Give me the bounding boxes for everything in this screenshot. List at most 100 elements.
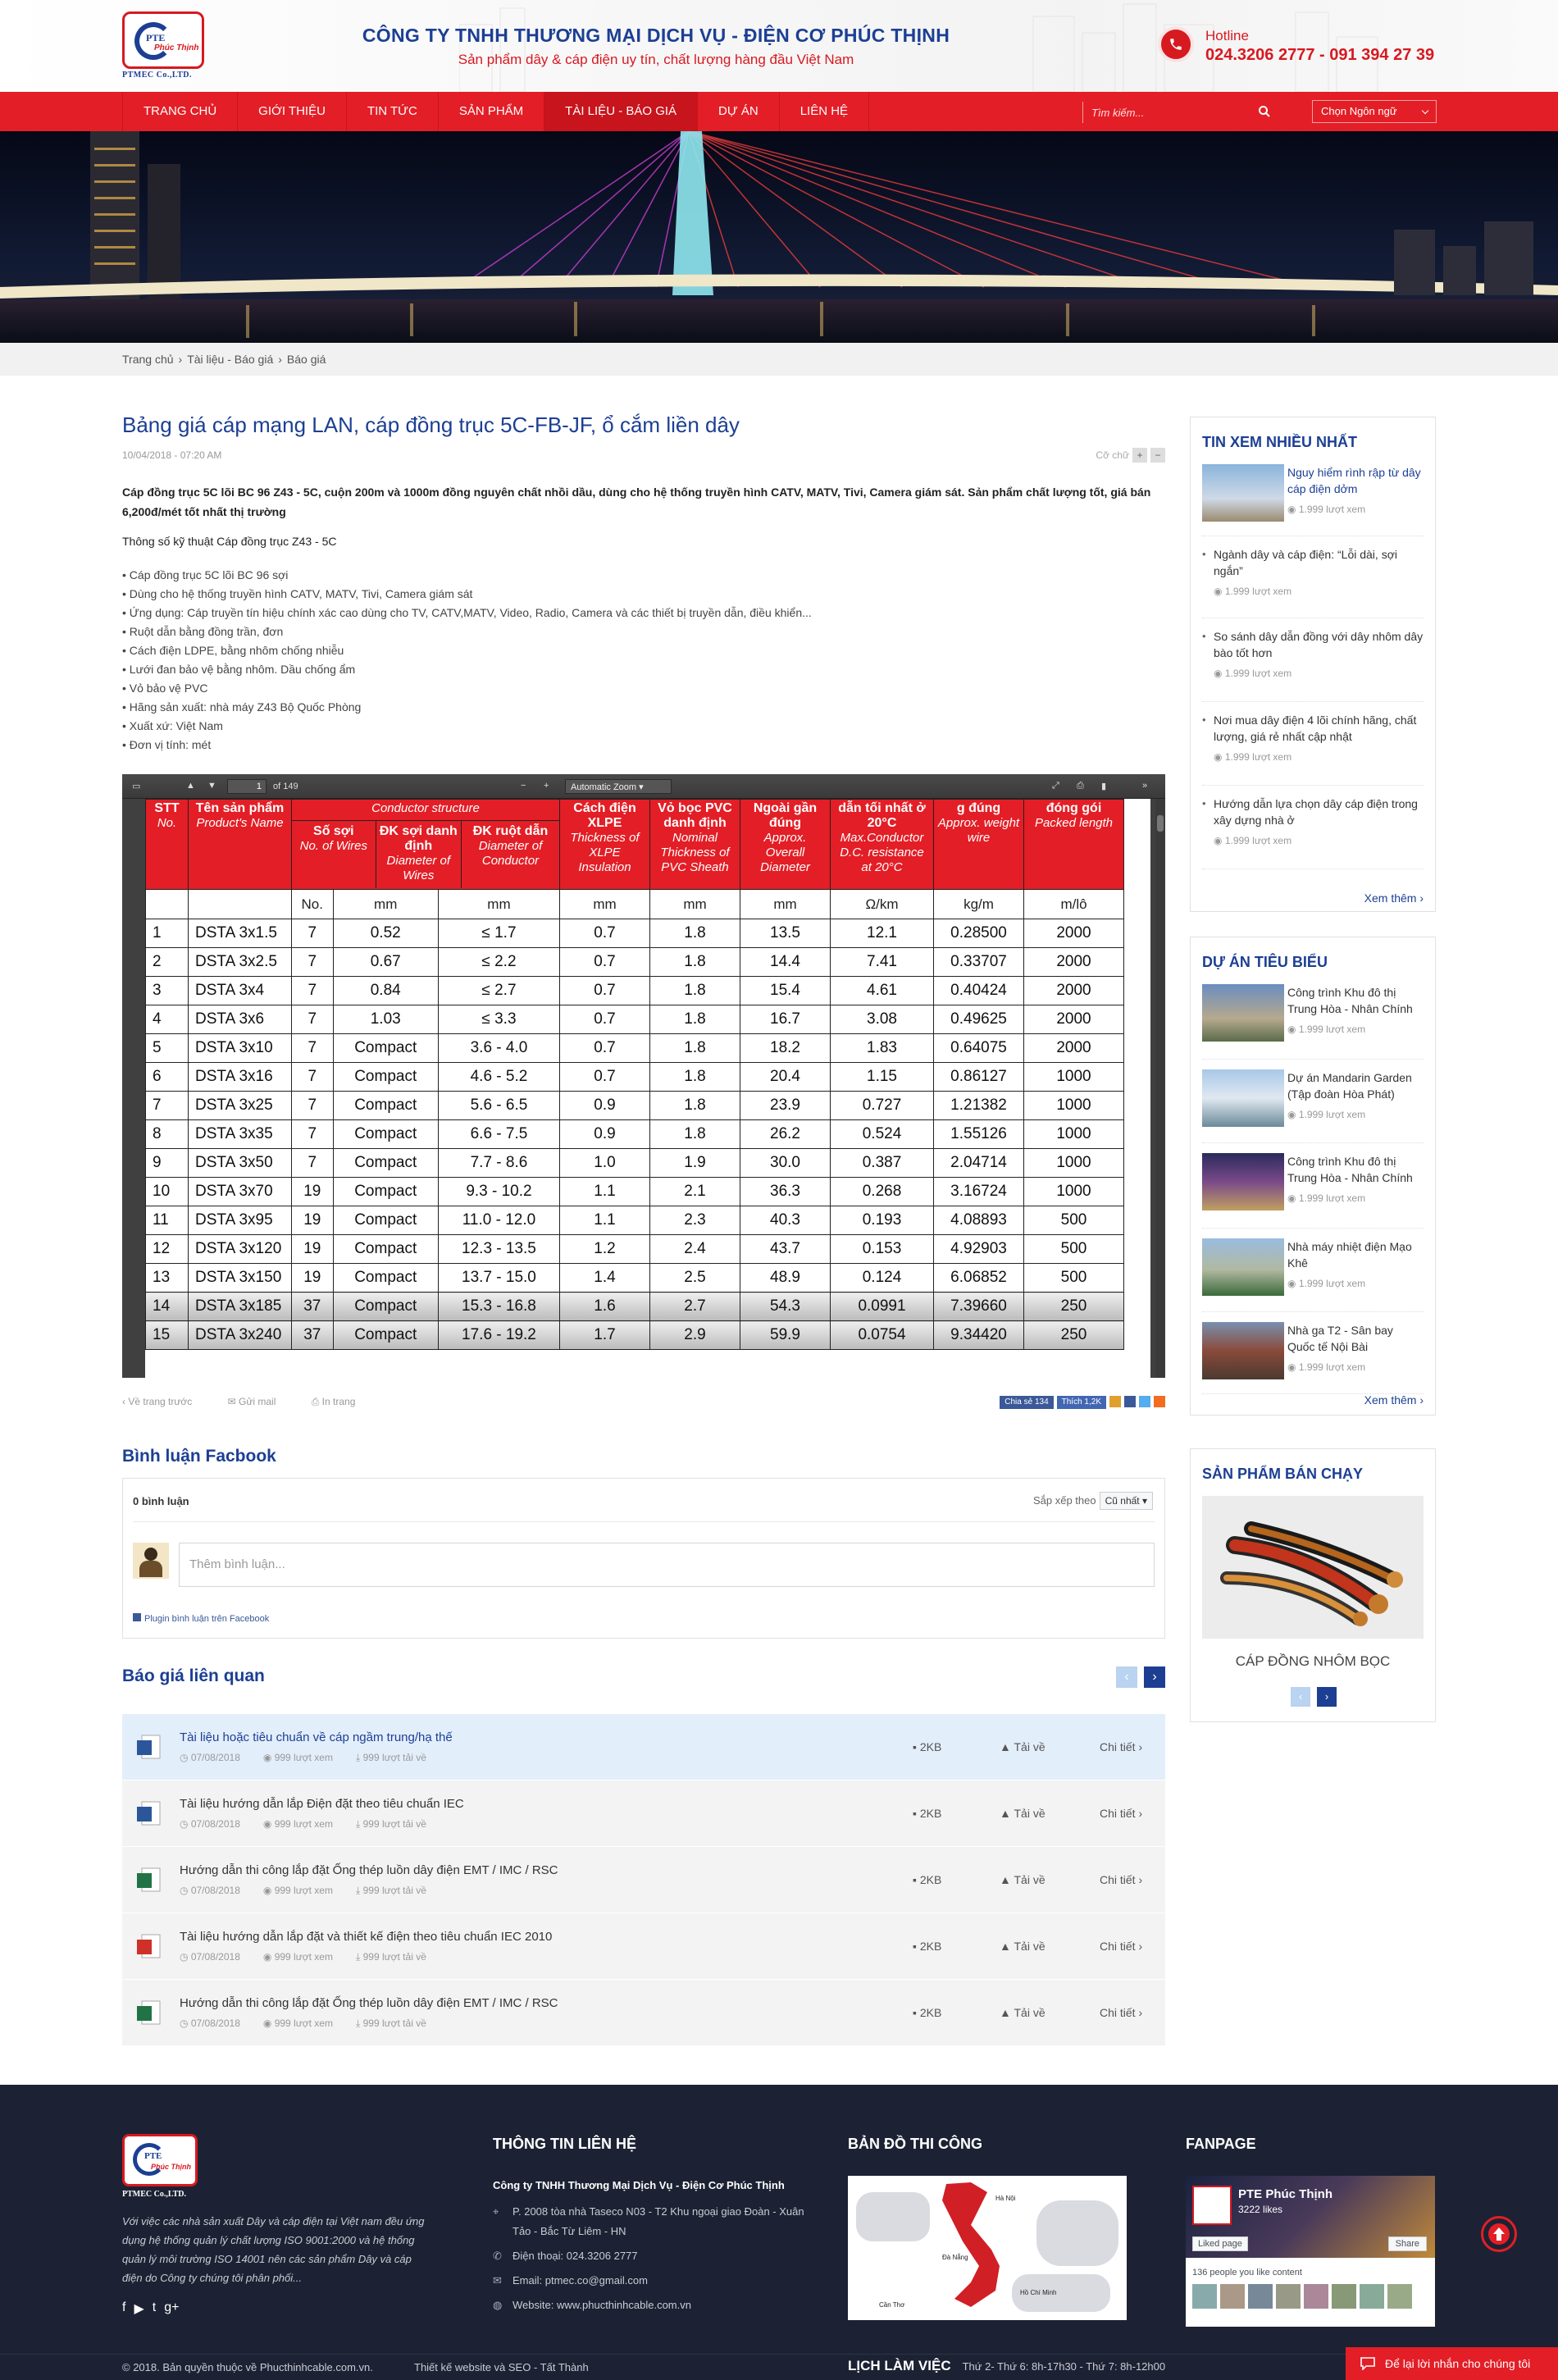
prev-arrow-icon[interactable]: ‹ [1116, 1666, 1137, 1688]
sidebar-item-title[interactable]: Nơi mua dây điện 4 lõi chính hãng, chất … [1214, 712, 1424, 745]
detail-link[interactable]: Chi tiết › [1100, 2006, 1142, 2019]
detail-link[interactable]: Chi tiết › [1100, 1940, 1142, 1953]
footer-email[interactable]: ✉ Email: ptmec.co@gmail.com [493, 2271, 813, 2291]
tools-menu-icon[interactable]: » [1142, 781, 1147, 791]
detail-link[interactable]: Chi tiết › [1100, 1740, 1142, 1753]
download-link[interactable]: ▲ Tải về [1000, 1940, 1046, 1953]
footer-logo[interactable]: PTE Phúc Thịnh [122, 2134, 198, 2186]
sidebar-item-title[interactable]: Dự án Mandarin Garden (Tập đoàn Hòa Phát… [1287, 1069, 1424, 1102]
design-credit[interactable]: Thiết kế website và SEO - Tất Thành [414, 2361, 589, 2373]
nav-item-6[interactable]: LIÊN HỆ [780, 92, 870, 131]
back-to-top-button[interactable] [1481, 2216, 1517, 2252]
twitter-icon[interactable] [1139, 1396, 1150, 1407]
breadcrumb-documents[interactable]: Tài liệu - Báo giá [187, 353, 273, 366]
related-row[interactable]: Hướng dẫn thi công lắp đặt Ống thép luồn… [122, 1847, 1165, 1913]
pdf-page-input[interactable]: 1 [227, 779, 266, 794]
footer-website[interactable]: ◍ Website: www.phucthinhcable.com.vn [493, 2296, 813, 2315]
pdf-scrollbar[interactable] [1155, 799, 1165, 1378]
sidebar-list-item[interactable]: Công trình Khu đô thị Trung Hòa - Nhân C… [1202, 984, 1424, 1060]
print-icon[interactable]: ⎙ [1077, 781, 1084, 791]
vietnam-map[interactable]: Hà Nội Đà Nẵng Hồ Chí Minh Cần Thơ [848, 2176, 1127, 2320]
related-row[interactable]: Hướng dẫn thi công lắp đặt Ống thép luồn… [122, 1980, 1165, 2046]
related-title-link[interactable]: Hướng dẫn thi công lắp đặt Ống thép luồn… [180, 1996, 558, 2010]
sidebar-list-item[interactable]: Nguy hiểm rình rập từ dây cáp điện dởm ◉ … [1202, 464, 1424, 536]
sidebar-list-item[interactable]: • Nơi mua dây điện 4 lõi chính hãng, chất… [1202, 712, 1424, 786]
sidebar-list-item[interactable]: • Ngành dây và cáp điện: “Lỗi dài, sợi ng… [1202, 546, 1424, 618]
sidebar-item-title[interactable]: Hướng dẫn lựa chọn dây cáp điện trong xâ… [1214, 796, 1424, 828]
sidebar-list-item[interactable]: • So sánh dây dẫn đồng với dây nhôm dây b… [1202, 628, 1424, 702]
sidebar-list-item[interactable]: Nhà ga T2 - Sân bay Quốc tế Nội Bài ◉ 1.9… [1202, 1322, 1424, 1394]
bookmark-icon[interactable]: ▮ [1101, 781, 1106, 791]
sidebar-item-title[interactable]: Công trình Khu đô thị Trung Hòa - Nhân C… [1287, 984, 1424, 1017]
breadcrumb-price-list[interactable]: Báo giá [287, 353, 326, 366]
footer-phone[interactable]: ✆ Điện thoại: 024.3206 2777 [493, 2246, 813, 2266]
nav-item-2[interactable]: TIN TỨC [347, 92, 439, 131]
previous-page-icon[interactable]: ▲ [186, 781, 195, 791]
social-icon-1[interactable] [1109, 1396, 1121, 1407]
sidebar-list-item[interactable]: Công trình Khu đô thị Trung Hòa - Nhân C… [1202, 1153, 1424, 1229]
print-link[interactable]: ⎙ In trang [312, 1396, 372, 1407]
share-more-icon[interactable] [1154, 1396, 1165, 1407]
related-title-link[interactable]: Hướng dẫn thi công lắp đặt Ống thép luồn… [180, 1863, 558, 1877]
sidebar-list-item[interactable]: • Hướng dẫn lựa chọn dây cáp điện trong x… [1202, 796, 1424, 869]
next-arrow-icon[interactable]: › [1317, 1687, 1337, 1707]
sidebar-item-title[interactable]: Công trình Khu đô thị Trung Hòa - Nhân C… [1287, 1153, 1424, 1186]
related-title-link[interactable]: Tài liệu hướng dẫn lắp đặt và thiết kế đ… [180, 1930, 552, 1944]
zoom-in-icon[interactable]: + [544, 781, 549, 791]
google-plus-icon[interactable]: g+ [164, 2300, 179, 2317]
breadcrumb-home[interactable]: Trang chủ [122, 353, 174, 366]
mail-link[interactable]: ✉ Gửi mail [228, 1396, 293, 1407]
youtube-icon[interactable]: ▶ [134, 2300, 144, 2317]
nav-item-3[interactable]: SẢN PHẨM [439, 92, 545, 131]
font-increase-button[interactable]: + [1132, 448, 1147, 463]
detail-link[interactable]: Chi tiết › [1100, 1807, 1142, 1820]
facebook-icon[interactable] [1124, 1396, 1136, 1407]
download-link[interactable]: ▲ Tải về [1000, 1873, 1046, 1886]
leave-message-button[interactable]: Để lại lời nhắn cho chúng tôi [1346, 2347, 1558, 2380]
product-image-cables[interactable] [1202, 1496, 1424, 1639]
nav-item-5[interactable]: DỰ ÁN [698, 92, 780, 131]
download-link[interactable]: ▲ Tải về [1000, 1807, 1046, 1820]
sidebar-item-title[interactable]: Nhà máy nhiệt điện Mạo Khê [1287, 1238, 1424, 1271]
related-row[interactable]: Tài liệu hoặc tiêu chuẩn về cáp ngầm tru… [122, 1714, 1165, 1780]
related-title-link[interactable]: Tài liệu hướng dẫn lắp Điện đặt theo tiê… [180, 1797, 464, 1811]
zoom-out-icon[interactable]: − [521, 781, 526, 791]
sidebar-toggle-icon[interactable]: ▭ [132, 781, 140, 791]
facebook-share-button[interactable]: Chia sẻ 134 [1000, 1396, 1054, 1409]
sidebar-list-item[interactable]: Nhà máy nhiệt điện Mạo Khê ◉ 1.999 lượt x… [1202, 1238, 1424, 1312]
prev-arrow-icon[interactable]: ‹ [1291, 1687, 1310, 1707]
projects-more-link[interactable]: Xem thêm › [1364, 1393, 1424, 1407]
most-viewed-more-link[interactable]: Xem thêm › [1364, 891, 1424, 905]
related-row[interactable]: Tài liệu hướng dẫn lắp Điện đặt theo tiê… [122, 1780, 1165, 1847]
hotline-number[interactable]: 024.3206 2777 - 091 394 27 39 [1205, 46, 1434, 65]
site-logo[interactable]: PTE Phúc Thịnh PTMEC Co.,LTD. [122, 11, 207, 82]
facebook-plugin-link[interactable]: Plugin bình luận trên Facebook [133, 1613, 269, 1624]
sidebar-item-title[interactable]: Ngành dây và cáp điện: “Lỗi dài, sợi ngắ… [1214, 546, 1424, 579]
next-arrow-icon[interactable]: › [1144, 1666, 1165, 1688]
facebook-icon[interactable]: f [122, 2300, 125, 2317]
fanpage-liked-button[interactable]: Liked page [1192, 2236, 1248, 2251]
related-row[interactable]: Tài liệu hướng dẫn lắp đặt và thiết kế đ… [122, 1913, 1165, 1980]
fanpage-widget[interactable]: PTE Phúc Thịnh 3222 likes Liked page Sha… [1186, 2176, 1435, 2327]
sidebar-item-title[interactable]: Nguy hiểm rình rập từ dây cáp điện dởm [1287, 464, 1424, 497]
back-link[interactable]: ‹ Về trang trước [122, 1396, 208, 1407]
best-seller-name[interactable]: CÁP ĐỒNG NHÔM BỌC [1202, 1653, 1424, 1670]
zoom-select[interactable]: Automatic Zoom ▾ [565, 779, 672, 794]
language-select[interactable]: Chọn Ngôn ngữ [1312, 100, 1437, 123]
download-link[interactable]: ▲ Tải về [1000, 1740, 1046, 1753]
facebook-like-button[interactable]: Thích 1,2K [1056, 1396, 1106, 1409]
twitter-icon[interactable]: t [153, 2300, 156, 2317]
detail-link[interactable]: Chi tiết › [1100, 1873, 1142, 1886]
next-page-icon[interactable]: ▼ [207, 781, 216, 791]
comment-input[interactable]: Thêm bình luận... [179, 1543, 1155, 1587]
search-input[interactable] [1083, 102, 1247, 123]
sidebar-list-item[interactable]: Dự án Mandarin Garden (Tập đoàn Hòa Phát… [1202, 1069, 1424, 1143]
sidebar-item-title[interactable]: So sánh dây dẫn đồng với dây nhôm dây bà… [1214, 628, 1424, 661]
fullscreen-icon[interactable]: ⤢ [1052, 781, 1059, 791]
nav-item-4[interactable]: TÀI LIỆU - BÁO GIÁ [544, 92, 699, 131]
fanpage-share-button[interactable]: Share [1387, 2236, 1427, 2251]
sidebar-item-title[interactable]: Nhà ga T2 - Sân bay Quốc tế Nội Bài [1287, 1322, 1424, 1355]
font-decrease-button[interactable]: − [1150, 448, 1165, 463]
nav-item-1[interactable]: GIỚI THIỆU [238, 92, 347, 131]
comment-sort-select[interactable]: Cũ nhất ▾ [1099, 1492, 1153, 1510]
